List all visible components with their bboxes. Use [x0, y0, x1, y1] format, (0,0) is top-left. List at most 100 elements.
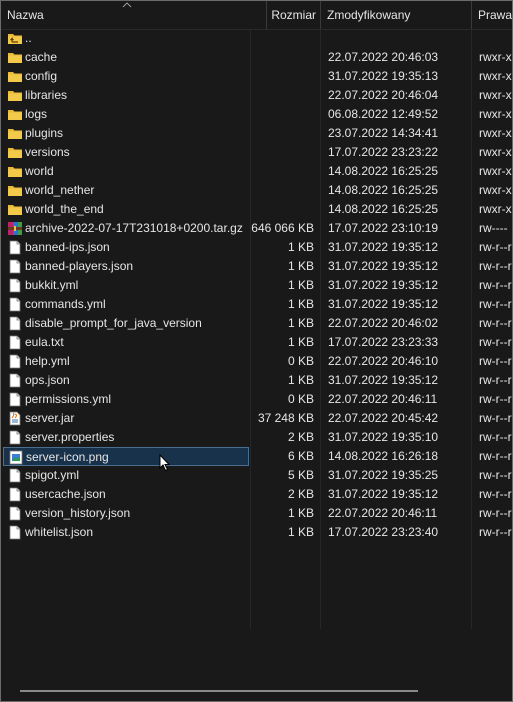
file-modified-date: 22.07.2022 20:46:02 — [328, 316, 439, 330]
file-size: 1 KB — [287, 506, 314, 520]
file-size — [251, 86, 314, 105]
file-row[interactable]: spigot.yml 5 KB 31.07.2022 19:35:25 rw-r--r — [1, 466, 512, 485]
file-name: logs — [25, 107, 48, 121]
file-name-cell[interactable]: spigot.yml — [3, 466, 249, 485]
file-name: disable_prompt_for_java_version — [25, 316, 202, 330]
file-name: help.yml — [25, 354, 70, 368]
file-name: libraries — [25, 88, 68, 102]
file-row[interactable]: archive-2022-07-17T231018+0200.tar.gz 646… — [1, 219, 512, 238]
file-name-cell[interactable]: versions — [3, 143, 249, 162]
file-row[interactable]: bukkit.yml 1 KB 31.07.2022 19:35:12 rw-r--r — [1, 276, 512, 295]
file-row[interactable]: ops.json 1 KB 31.07.2022 19:35:12 rw-r--r — [1, 371, 512, 390]
file-size — [251, 200, 314, 219]
file-name-cell[interactable]: world — [3, 162, 249, 181]
scrollbar-thumb[interactable] — [20, 690, 418, 692]
file-row[interactable]: eula.txt 1 KB 17.07.2022 23:23:33 rw-r--r — [1, 333, 512, 352]
file-size: 1 KB — [287, 373, 314, 387]
file-name: permissions.yml — [25, 392, 112, 406]
file-row[interactable]: cache 22.07.2022 20:46:03 rwxr-x — [1, 48, 512, 67]
file-row[interactable]: usercache.json 2 KB 31.07.2022 19:35:12 rw-… — [1, 485, 512, 504]
file-name-cell[interactable]: world_nether — [3, 181, 249, 200]
image-icon — [8, 450, 24, 465]
file-row[interactable]: banned-players.json 1 KB 31.07.2022 19:35:… — [1, 257, 512, 276]
file-row[interactable]: server.properties 2 KB 31.07.2022 19:35:10… — [1, 428, 512, 447]
file-name-cell[interactable]: world_the_end — [3, 200, 249, 219]
file-name-cell[interactable]: banned-ips.json — [3, 238, 249, 257]
file-row[interactable]: world_nether 14.08.2022 16:25:25 rwxr-x — [1, 181, 512, 200]
file-permissions: rw-r--r — [479, 259, 512, 273]
file-size: 37 248 KB — [257, 411, 314, 425]
file-name-cell[interactable]: cache — [3, 48, 249, 67]
file-row[interactable]: server.jar 37 248 KB 22.07.2022 20:45:42 rw… — [1, 409, 512, 428]
file-icon — [7, 335, 23, 350]
file-row[interactable]: help.yml 0 KB 22.07.2022 20:46:10 rw-r--r — [1, 352, 512, 371]
file-row[interactable]: logs 06.08.2022 12:49:52 rwxr-x — [1, 105, 512, 124]
file-size — [251, 143, 314, 162]
file-row[interactable]: version_history.json 1 KB 22.07.2022 20:46… — [1, 504, 512, 523]
file-name-cell[interactable]: help.yml — [3, 352, 249, 371]
file-icon — [7, 487, 23, 502]
file-name: server.jar — [25, 411, 75, 425]
parent-folder-icon — [7, 31, 23, 46]
file-name-cell[interactable]: banned-players.json — [3, 257, 249, 276]
file-size: 1 KB — [287, 525, 314, 539]
mouse-cursor-icon — [159, 454, 171, 472]
file-name-cell[interactable]: permissions.yml — [3, 390, 249, 409]
folder-icon — [7, 126, 23, 141]
file-name-cell[interactable]: server-icon.png — [3, 447, 249, 466]
file-modified-date: 31.07.2022 19:35:12 — [328, 259, 439, 273]
file-name-cell[interactable]: commands.yml — [3, 295, 249, 314]
file-row[interactable]: permissions.yml 0 KB 22.07.2022 20:46:11 rw… — [1, 390, 512, 409]
file-name-cell[interactable]: server.properties — [3, 428, 249, 447]
file-name-cell[interactable]: archive-2022-07-17T231018+0200.tar.gz — [3, 219, 249, 238]
column-header-name[interactable]: Nazwa — [1, 1, 267, 29]
file-icon — [7, 316, 23, 331]
file-name-cell[interactable]: plugins — [3, 124, 249, 143]
file-row[interactable]: versions 17.07.2022 23:23:22 rwxr-x — [1, 143, 512, 162]
parent-directory-row[interactable]: .. — [1, 29, 512, 48]
file-row[interactable]: disable_prompt_for_java_version 1 KB 22.07… — [1, 314, 512, 333]
file-name-cell[interactable]: logs — [3, 105, 249, 124]
file-size — [251, 162, 314, 181]
column-header-size[interactable]: Rozmiar — [267, 1, 321, 29]
file-name-cell[interactable]: usercache.json — [3, 485, 249, 504]
file-icon — [7, 392, 23, 407]
file-size: 1 KB — [287, 278, 314, 292]
file-row[interactable]: world 14.08.2022 16:25:25 rwxr-x — [1, 162, 512, 181]
file-name-cell[interactable]: version_history.json — [3, 504, 249, 523]
file-name-cell[interactable]: bukkit.yml — [3, 276, 249, 295]
file-size — [251, 181, 314, 200]
file-row[interactable]: commands.yml 1 KB 31.07.2022 19:35:12 rw-r-… — [1, 295, 512, 314]
file-permissions: rw---- — [479, 221, 508, 235]
file-size: 5 KB — [287, 468, 314, 482]
file-name-cell[interactable]: config — [3, 67, 249, 86]
horizontal-scrollbar[interactable] — [3, 683, 510, 697]
file-modified-date: 17.07.2022 23:10:19 — [328, 221, 439, 235]
file-name-cell[interactable]: eula.txt — [3, 333, 249, 352]
file-row[interactable]: world_the_end 14.08.2022 16:25:25 rwxr-x — [1, 200, 512, 219]
file-name-cell[interactable]: .. — [3, 29, 249, 48]
file-name-cell[interactable]: libraries — [3, 86, 249, 105]
file-row[interactable]: server-icon.png 6 KB 14.08.2022 16:26:18 rw… — [1, 447, 512, 466]
file-row[interactable]: libraries 22.07.2022 20:46:04 rwxr-x — [1, 86, 512, 105]
file-row[interactable]: plugins 23.07.2022 14:34:41 rwxr-x — [1, 124, 512, 143]
column-header-modified[interactable]: Zmodyfikowany — [321, 1, 472, 29]
file-row[interactable]: config 31.07.2022 19:35:13 rwxr-x — [1, 67, 512, 86]
file-permissions: rw-r--r — [479, 278, 512, 292]
file-modified-date: 14.08.2022 16:25:25 — [328, 202, 439, 216]
file-name-cell[interactable]: ops.json — [3, 371, 249, 390]
file-permissions: rw-r--r — [479, 297, 512, 311]
file-modified-date: 14.08.2022 16:25:25 — [328, 183, 439, 197]
file-modified-date: 22.07.2022 20:45:42 — [328, 411, 439, 425]
column-header: Nazwa Rozmiar Zmodyfikowany Prawa — [1, 1, 512, 30]
column-header-permissions[interactable]: Prawa — [472, 1, 512, 29]
file-name-cell[interactable]: server.jar — [3, 409, 249, 428]
file-name-cell[interactable]: whitelist.json — [3, 523, 249, 542]
file-permissions: rwxr-x — [479, 145, 512, 159]
file-icon — [7, 373, 23, 388]
file-row[interactable]: banned-ips.json 1 KB 31.07.2022 19:35:12 rw… — [1, 238, 512, 257]
file-name-cell[interactable]: disable_prompt_for_java_version — [3, 314, 249, 333]
file-row[interactable]: whitelist.json 1 KB 17.07.2022 23:23:40 rw-… — [1, 523, 512, 542]
file-modified-date: 31.07.2022 19:35:10 — [328, 430, 439, 444]
file-permissions: rwxr-x — [479, 126, 512, 140]
